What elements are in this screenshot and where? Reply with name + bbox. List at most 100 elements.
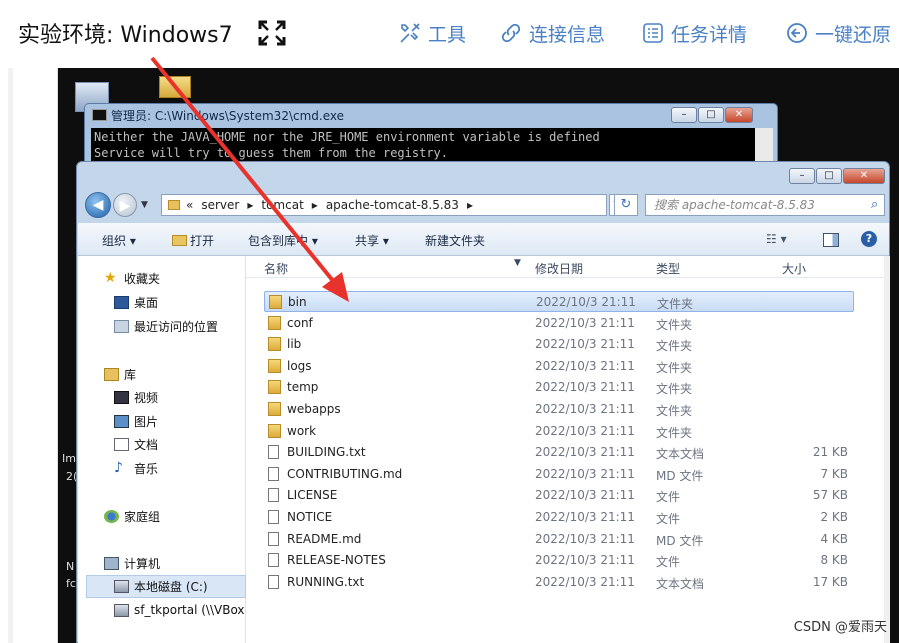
file-type: 文件夹 <box>657 297 694 311</box>
file-row[interactable]: work 2022/10/3 21:11 文件夹 <box>264 421 854 442</box>
share-button[interactable]: 共享 ▾ <box>355 232 389 249</box>
forward-button[interactable]: ▶ <box>113 193 137 217</box>
network-drive-icon <box>114 603 129 617</box>
file-type: MD 文件 <box>656 468 704 483</box>
explorer-toolbar: 组织 ▾ 打开 包含到库中 ▾ 共享 ▾ 新建文件夹 ☷ ▾ ? <box>78 223 889 256</box>
file-row[interactable]: logs 2022/10/3 21:11 文件夹 <box>264 356 854 377</box>
preview-pane-icon[interactable] <box>823 233 839 247</box>
file-date: 2022/10/3 21:11 <box>535 315 635 330</box>
nav-videos[interactable]: 视频 <box>114 389 158 406</box>
close-button[interactable]: ✕ <box>843 168 885 184</box>
new-folder-button[interactable]: 新建文件夹 <box>425 232 485 249</box>
nav-desktop[interactable]: 桌面 <box>114 294 158 311</box>
breadcrumb-apache-tomcat[interactable]: apache-tomcat-8.5.83 <box>326 198 459 212</box>
nav-label: 库 <box>124 368 137 382</box>
file-row[interactable]: LICENSE 2022/10/3 21:11 文件 57 KB <box>264 485 854 506</box>
column-date[interactable]: 修改日期 <box>535 260 583 277</box>
left-page-strip <box>0 68 58 643</box>
file-name: bin <box>288 295 307 309</box>
file-type: 文件夹 <box>656 360 693 375</box>
nav-network-share[interactable]: sf_tkportal (\\VBox <box>114 603 245 617</box>
column-type[interactable]: 类型 <box>656 260 680 277</box>
open-folder-icon <box>172 235 187 246</box>
column-name[interactable]: 名称 <box>264 260 288 277</box>
file-row[interactable]: RELEASE-NOTES 2022/10/3 21:11 文件 8 KB <box>264 550 854 571</box>
file-row[interactable]: README.md 2022/10/3 21:11 MD 文件 4 KB <box>264 529 854 550</box>
file-date: 2022/10/3 21:11 <box>535 466 635 481</box>
address-bar[interactable]: « server ▸ tomcat ▸ apache-tomcat-8.5.83 ▸ <box>161 194 607 216</box>
open-button[interactable]: 打开 <box>172 232 214 249</box>
file-icon <box>268 553 279 568</box>
file-icon <box>268 466 279 481</box>
folder-icon <box>168 200 180 210</box>
file-date: 2022/10/3 21:11 <box>535 445 635 460</box>
nav-computer[interactable]: 计算机 <box>104 555 160 572</box>
search-input[interactable]: 搜索 apache-tomcat-8.5.83 <box>645 194 885 216</box>
task-details-button[interactable]: 任务详情 <box>641 18 747 48</box>
help-icon[interactable]: ? <box>861 231 877 247</box>
explorer-window[interactable]: – □ ✕ ◀ ▶ ▼ « server ▸ tomcat ▸ apache-tom… <box>76 161 890 643</box>
navigation-pane: ★ 收藏夹 桌面 最近访问的位置 库 视频 图片 文档 ♪ 音乐 家庭组 计算机 本… <box>78 256 246 643</box>
file-date: 2022/10/3 21:11 <box>535 531 635 546</box>
file-type: 文件 <box>656 490 681 505</box>
one-click-restore-button[interactable]: 一键还原 <box>785 18 891 48</box>
file-row[interactable]: RUNNING.txt 2022/10/3 21:11 文本文档 17 KB <box>264 572 854 593</box>
nav-recent-places[interactable]: 最近访问的位置 <box>114 318 218 335</box>
file-row[interactable]: lib 2022/10/3 21:11 文件夹 <box>264 334 854 355</box>
file-name: work <box>287 423 317 438</box>
nav-local-disk-c[interactable]: 本地磁盘 (C:) <box>86 575 246 598</box>
maximize-button[interactable]: □ <box>698 107 724 123</box>
video-icon <box>114 391 129 404</box>
refresh-icon[interactable]: ↻ <box>614 194 638 216</box>
file-row[interactable]: bin 2022/10/3 21:11 文件夹 <box>264 291 854 312</box>
organize-button[interactable]: 组织 ▾ <box>102 232 136 249</box>
column-size[interactable]: 大小 <box>782 260 806 277</box>
file-date: 2022/10/3 21:11 <box>535 380 635 395</box>
file-row[interactable]: webapps 2022/10/3 21:11 文件夹 <box>264 399 854 420</box>
file-date: 2022/10/3 21:11 <box>535 358 635 373</box>
file-row[interactable]: CONTRIBUTING.md 2022/10/3 21:11 MD 文件 7 KB <box>264 464 854 485</box>
breadcrumb-tomcat[interactable]: tomcat <box>261 198 303 212</box>
search-icon[interactable]: ⌕ <box>871 197 878 212</box>
close-button[interactable]: ✕ <box>725 107 753 123</box>
file-list: 名称 ▼ 修改日期 类型 大小 bin 2022/10/3 21:11 文件夹 con… <box>246 256 884 643</box>
tools-button[interactable]: 工具 <box>398 18 466 48</box>
nav-documents[interactable]: 文档 <box>114 436 158 453</box>
minimize-button[interactable]: – <box>789 168 815 184</box>
maximize-button[interactable]: □ <box>816 168 842 184</box>
breadcrumb-overflow[interactable]: « <box>186 198 193 212</box>
file-name: webapps <box>287 402 341 416</box>
minimize-button[interactable]: – <box>671 107 697 123</box>
column-dropdown-icon[interactable]: ▼ <box>514 258 521 268</box>
nav-label: sf_tkportal (\\VBox <box>134 603 245 617</box>
star-icon: ★ <box>104 270 117 286</box>
file-row[interactable]: BUILDING.txt 2022/10/3 21:11 文本文档 21 KB <box>264 442 854 463</box>
nav-music[interactable]: ♪ 音乐 <box>114 460 158 477</box>
include-in-library-button[interactable]: 包含到库中 ▾ <box>248 232 318 249</box>
nav-label: 音乐 <box>134 462 159 476</box>
file-size: 4 KB <box>820 531 848 546</box>
desktop-folder-icon[interactable] <box>159 76 191 98</box>
share-label: 共享 <box>355 234 380 248</box>
nav-favorites[interactable]: ★ 收藏夹 <box>104 270 160 287</box>
task-list-icon <box>643 23 663 43</box>
connection-info-button[interactable]: 连接信息 <box>499 18 605 48</box>
file-date: 2022/10/3 21:11 <box>535 488 635 503</box>
file-row[interactable]: temp 2022/10/3 21:11 文件夹 <box>264 377 854 398</box>
history-dropdown-icon[interactable]: ▼ <box>141 200 148 210</box>
nav-libraries[interactable]: 库 <box>104 366 136 383</box>
link-icon <box>501 23 521 43</box>
file-icon <box>268 510 279 524</box>
back-button[interactable]: ◀ <box>85 192 111 218</box>
cmd-title: 管理员: C:\Windows\System32\cmd.exe <box>111 109 344 123</box>
view-options-icon[interactable]: ☷ ▾ <box>766 232 787 246</box>
breadcrumb-server[interactable]: server <box>201 198 239 212</box>
file-row[interactable]: conf 2022/10/3 21:11 文件夹 <box>264 313 854 334</box>
nav-pictures[interactable]: 图片 <box>114 413 158 430</box>
file-list-scrollbar[interactable] <box>884 256 890 643</box>
nav-homegroup[interactable]: 家庭组 <box>104 508 160 525</box>
file-icon <box>268 574 279 589</box>
file-type: 文件夹 <box>656 425 693 440</box>
file-row[interactable]: NOTICE 2022/10/3 21:11 文件 2 KB <box>264 507 854 528</box>
fullscreen-icon[interactable] <box>258 20 286 46</box>
